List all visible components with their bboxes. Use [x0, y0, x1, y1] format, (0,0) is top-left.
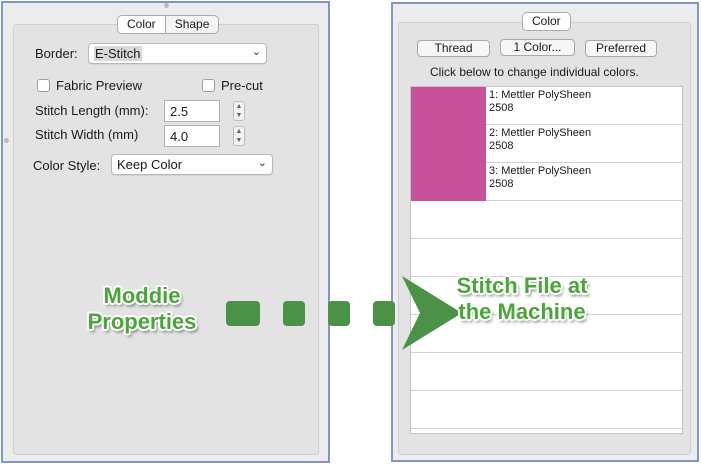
dashed-arrow — [226, 276, 462, 350]
arrow-dash — [328, 301, 350, 326]
arrow-dash — [226, 301, 260, 326]
arrow-dash — [283, 301, 305, 326]
moddie-properties-caption: Moddie Properties — [87, 283, 197, 334]
arrow-group — [226, 276, 462, 350]
arrow-dash — [373, 301, 395, 326]
stitch-file-caption: Stitch File at the Machine — [456, 273, 588, 324]
